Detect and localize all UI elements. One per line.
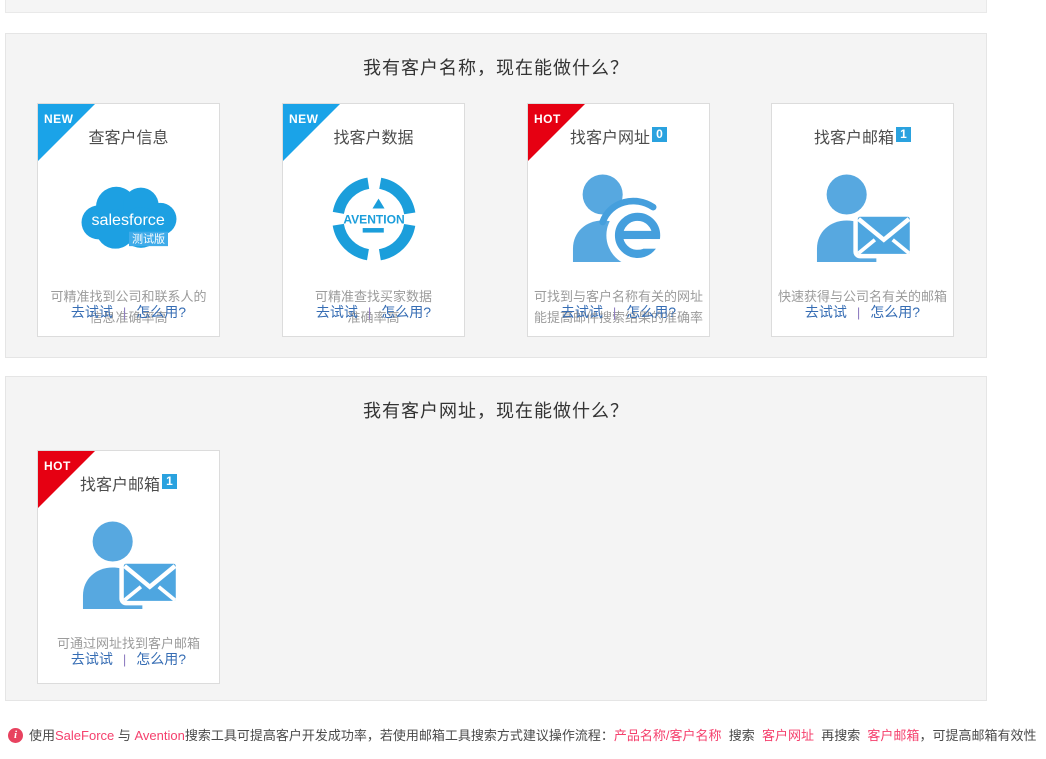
try-link[interactable]: 去试试 <box>805 304 847 320</box>
card-links: 去试试 | 怎么用? <box>38 302 219 322</box>
page: 我有客户名称，现在能做什么？ NEW 查客户信息 salesforce <box>0 0 1046 759</box>
card-title-text: 查客户信息 <box>88 130 168 147</box>
footer-tip: i 使用SaleForce 与 Avention搜索工具可提高客户开发成功率，若… <box>8 727 1036 745</box>
highlight-customer-url: 客户网址 <box>762 728 814 743</box>
link-separator: | <box>123 305 126 320</box>
card-find-customer-data: NEW 找客户数据 AVENTION 可精准查找买家数据 准确率高 去试试|怎么… <box>282 103 465 337</box>
ribbon-label: HOT <box>44 459 71 473</box>
ribbon-label: HOT <box>534 112 561 126</box>
person-browser-icon <box>528 152 709 286</box>
card-title-text: 找客户数据 <box>333 130 413 147</box>
ribbon-label: NEW <box>289 112 319 126</box>
ribbon-label: NEW <box>44 112 74 126</box>
footer-tip-text: 使用SaleForce 与 Avention搜索工具可提高客户开发成功率，若使用… <box>29 727 1036 745</box>
how-link[interactable]: 怎么用? <box>136 651 186 667</box>
salesforce-tag: 测试版 <box>131 232 164 246</box>
avention-wordmark: AVENTION <box>343 213 404 227</box>
salesforce-logo: salesforce 测试版 <box>38 152 219 286</box>
count-badge: 1 <box>896 127 911 142</box>
how-link[interactable]: 怎么用? <box>381 304 431 320</box>
highlight-product-name: 产品名称/客户名称 <box>614 728 722 743</box>
salesforce-wordmark: salesforce <box>91 211 164 229</box>
card-find-email-by-website: HOT 找客户邮箱1 可通过网址找到客户邮箱 <box>37 450 220 684</box>
link-separator: | <box>857 305 860 320</box>
count-badge: 1 <box>162 474 177 489</box>
person-envelope-icon <box>38 499 219 633</box>
card-links: 去试试 | 怎么用? <box>528 302 709 322</box>
highlight-customer-email: 客户邮箱 <box>867 728 919 743</box>
section-customer-name: 我有客户名称，现在能做什么？ NEW 查客户信息 salesforce <box>5 33 987 358</box>
top-bar <box>5 0 987 13</box>
avention-logo: AVENTION <box>283 152 464 286</box>
try-link[interactable]: 去试试 <box>71 304 113 320</box>
card-check-customer-info: NEW 查客户信息 salesforce 测试版 可精准找到公司 <box>37 103 220 337</box>
card-find-customer-website: HOT 找客户网址0 可找到与客户名称有关 <box>527 103 710 337</box>
card-links: 去试试 | 怎么用? <box>38 649 219 669</box>
how-link[interactable]: 怎么用? <box>136 304 186 320</box>
try-link[interactable]: 去试试 <box>316 304 358 320</box>
highlight-avention: Avention <box>135 728 185 743</box>
card-title-text: 找客户邮箱 <box>814 130 894 147</box>
card-title: 找客户邮箱1 <box>772 124 953 148</box>
card-find-customer-email: 找客户邮箱1 快速获得与公司名有关的邮箱 去试试|怎么用? <box>771 103 954 337</box>
link-separator: | <box>613 305 616 320</box>
section-title: 我有客户名称，现在能做什么？ <box>6 34 986 80</box>
section-customer-url: 我有客户网址，现在能做什么？ HOT 找客户邮箱1 <box>5 376 987 701</box>
section-title: 我有客户网址，现在能做什么？ <box>6 377 986 423</box>
try-link[interactable]: 去试试 <box>71 651 113 667</box>
how-link[interactable]: 怎么用? <box>870 304 920 320</box>
highlight-saleforce: SaleForce <box>55 728 114 743</box>
card-links: 去试试 | 怎么用? <box>283 302 464 322</box>
count-badge: 0 <box>652 127 667 142</box>
link-separator: | <box>123 652 126 667</box>
person-envelope-icon <box>772 152 953 286</box>
info-icon: i <box>8 728 23 743</box>
link-separator: | <box>368 305 371 320</box>
card-links: 去试试 | 怎么用? <box>772 302 953 322</box>
how-link[interactable]: 怎么用? <box>626 304 676 320</box>
try-link[interactable]: 去试试 <box>561 304 603 320</box>
